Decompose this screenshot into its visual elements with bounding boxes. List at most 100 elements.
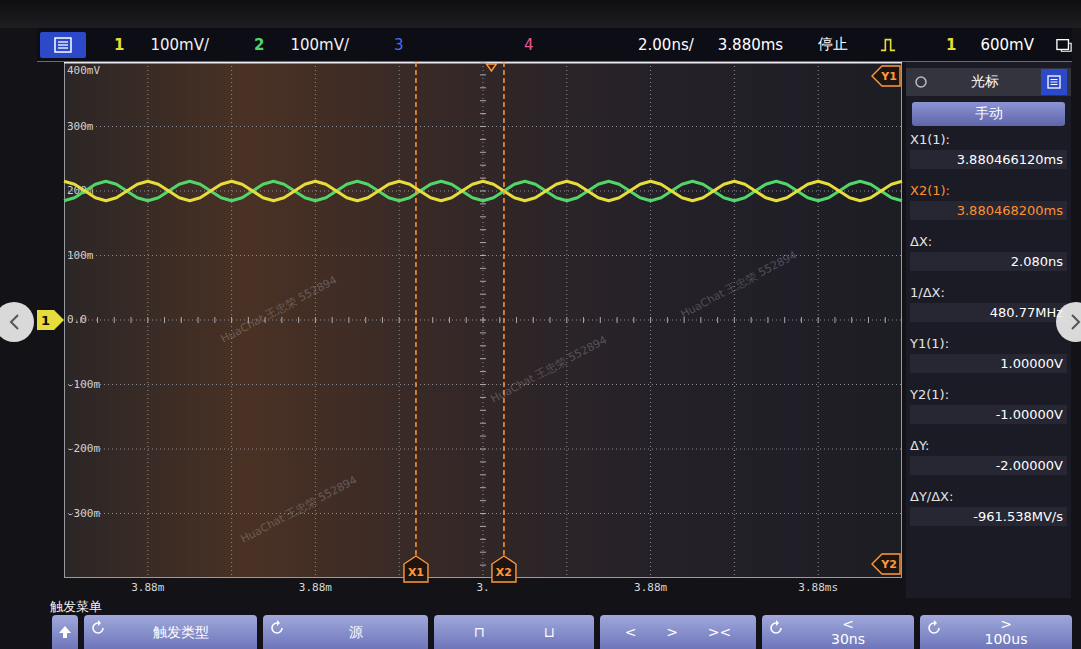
shape: [480, 578, 486, 579]
shape: [734, 317, 735, 323]
graticule-column: 400mV300m200m100m0.0-100m-200m-300mHuaCh…: [64, 62, 902, 598]
readout-row[interactable]: 1/ΔX:480.77MHz: [906, 283, 1071, 331]
softkey-label: <: [625, 624, 637, 640]
ground-marker[interactable]: 1: [37, 310, 64, 330]
shape: [600, 317, 601, 323]
readout-row[interactable]: X2(1):3.880468200ms: [906, 181, 1071, 229]
readout-row[interactable]: X1(1):3.880466120ms: [906, 130, 1071, 178]
readout-row[interactable]: ΔX:2.080ns: [906, 232, 1071, 280]
shape: [480, 152, 486, 153]
channel-status[interactable]: 2100mV/: [232, 36, 372, 54]
shape: [566, 62, 567, 578]
shape: [480, 461, 486, 462]
channel-status[interactable]: 3: [372, 36, 502, 54]
channel-status[interactable]: 1100mV/: [92, 36, 232, 54]
shape: [480, 281, 486, 282]
shape: [332, 317, 333, 323]
readout-row[interactable]: ΔY: -2.00000V: [906, 436, 1071, 484]
shape: [480, 139, 486, 140]
rising-edge-icon: [880, 36, 896, 54]
shape: [480, 87, 486, 88]
readout-row[interactable]: Y1(1):1.00000V: [906, 334, 1071, 382]
cursor-label[interactable]: X2: [492, 562, 516, 582]
shape: [248, 317, 249, 323]
shape: [834, 317, 835, 323]
x-axis-label: 3.88m: [634, 581, 667, 594]
cursor-panel: 光标手动X1(1):3.880466120msX2(1):3.880468200…: [906, 62, 1071, 598]
watermark: HuaChat 王忠荣 552894: [238, 472, 360, 546]
shape: [399, 62, 400, 578]
shape: [147, 62, 148, 578]
y-cursor-label[interactable]: Y1: [877, 66, 901, 86]
y-cursor-badge: [872, 554, 900, 574]
trigger-status[interactable]: 1600mV: [880, 36, 1072, 54]
softkey-label: ><: [708, 624, 731, 640]
shape: [1051, 84, 1058, 85]
shape: [1048, 76, 1060, 88]
cursor-line[interactable]: [503, 62, 505, 556]
shape: [868, 317, 869, 323]
panel-menu-button[interactable]: [1041, 69, 1067, 95]
x-axis-label: 3.88ms: [798, 581, 838, 594]
shape: [480, 74, 486, 75]
shape: [881, 39, 895, 50]
softkey[interactable]: <30ns: [762, 615, 914, 649]
y-cursor-label[interactable]: Y2: [877, 554, 901, 574]
readout-row[interactable]: Y2(1):-1.00000V: [906, 385, 1071, 433]
shape: [617, 317, 618, 323]
shape: [64, 317, 65, 323]
trigger-source: 1: [946, 36, 956, 54]
y-axis-label: 300m: [67, 120, 94, 133]
shape: [480, 255, 486, 256]
softkey[interactable]: 源: [263, 615, 428, 649]
list-icon: [1047, 75, 1061, 89]
readout-row[interactable]: ΔY/ΔX:-961.538MV/s: [906, 487, 1071, 535]
softkey[interactable]: 触发类型: [84, 615, 257, 649]
shape: [198, 317, 199, 323]
readout-value: 3.880466120ms: [910, 150, 1067, 169]
main-area: 1 400mV300m200m100m0.0-100m-200m-300mHua…: [0, 62, 1081, 598]
shape: [480, 539, 486, 540]
shape: [480, 410, 486, 411]
readout-value: 1.00000V: [910, 354, 1067, 373]
y-axis-label: 0.0: [67, 313, 87, 326]
shape: [64, 320, 902, 321]
readout-label: Y2(1):: [910, 387, 1067, 402]
readout-value: 2.080ns: [910, 252, 1067, 271]
shape: [480, 242, 486, 243]
rotate-knob-icon: [90, 620, 106, 636]
shape: [550, 317, 551, 323]
shape: [98, 620, 101, 626]
menu-button[interactable]: [40, 32, 86, 58]
waveform-layer: [64, 62, 902, 578]
graticule-grid: [64, 62, 902, 578]
readout-label: ΔY:: [910, 438, 1067, 453]
readout-label: X2(1):: [910, 183, 1067, 198]
shape: [480, 345, 486, 346]
shape: [231, 317, 232, 323]
shape: [480, 229, 486, 230]
shape: [480, 268, 486, 269]
cursor-line[interactable]: [415, 62, 417, 556]
back-key[interactable]: [52, 615, 78, 649]
channel-status[interactable]: 4: [502, 36, 632, 54]
y-axis-label: 100m: [67, 249, 94, 262]
softkey[interactable]: <>><: [600, 615, 756, 649]
shape: [231, 62, 232, 578]
timebase[interactable]: 2.00ns/3.880ms: [632, 36, 818, 54]
run-state[interactable]: 停止: [818, 35, 880, 54]
previous-button[interactable]: [0, 302, 34, 342]
channel-number: 3: [394, 36, 404, 54]
shape: [281, 317, 282, 323]
softkey[interactable]: >100us: [920, 615, 1072, 649]
shape: [480, 126, 486, 127]
readout-label: ΔY/ΔX:: [910, 489, 1067, 504]
y-axis-label: -200m: [67, 442, 100, 455]
shape: [480, 384, 486, 385]
readout-value: -2.00000V: [910, 456, 1067, 475]
watermark: HuaChat 王忠荣 552894: [678, 247, 800, 321]
softkey[interactable]: ⊓⊔: [434, 615, 594, 649]
mode-button[interactable]: 手动: [912, 102, 1065, 126]
cursor-label[interactable]: X1: [404, 562, 428, 582]
shape: [480, 113, 486, 114]
